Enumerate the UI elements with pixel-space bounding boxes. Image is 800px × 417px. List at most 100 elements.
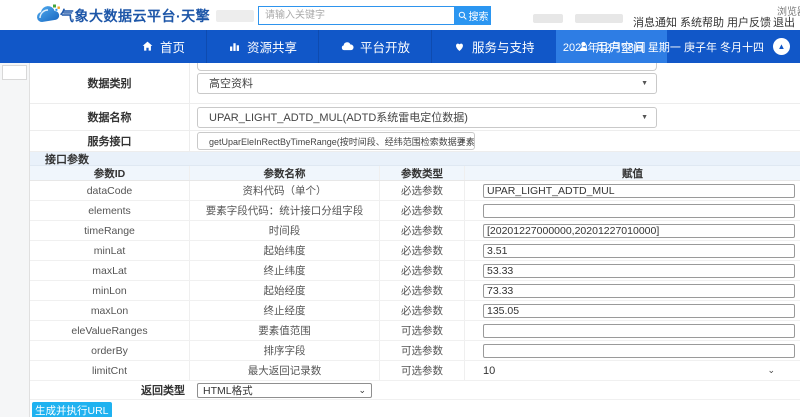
param-value-input[interactable] <box>483 284 795 298</box>
param-table-row: eleValueRanges 要素值范围 可选参数 <box>30 321 800 341</box>
param-select-value: 10 <box>483 365 495 377</box>
param-id: orderBy <box>30 341 190 360</box>
search-icon <box>458 11 467 20</box>
param-value-input[interactable] <box>483 304 795 318</box>
param-value-select[interactable]: 10 ⌄ <box>483 365 800 377</box>
param-name: 起始经度 <box>190 281 380 300</box>
chevron-down-icon: ▼ <box>641 114 648 121</box>
col-header-value: 赋值 <box>465 166 800 180</box>
bar-chart-icon <box>228 40 241 53</box>
app-title: 气象大数据云平台·天擎 <box>60 6 210 26</box>
tab-resource-share[interactable]: 资源共享 <box>206 30 318 63</box>
data-category-value: 高空资料 <box>209 75 253 91</box>
param-type: 必选参数 <box>380 241 465 260</box>
param-type: 必选参数 <box>380 281 465 300</box>
param-type: 可选参数 <box>380 341 465 360</box>
param-table-row: limitCnt 最大返回记录数 可选参数 10 ⌄ <box>30 361 800 381</box>
logo-cloud-icon <box>36 4 62 31</box>
link-messages[interactable]: 消息通知 <box>633 14 677 30</box>
link-system-help[interactable]: 系统帮助 <box>680 14 724 30</box>
form-row-service-api: 服务接口 getUparEleInRectByTimeRange(按时间段、经纬… <box>30 131 800 152</box>
tab-home[interactable]: 首页 <box>120 30 206 63</box>
service-api-select[interactable]: getUparEleInRectByTimeRange(按时间段、经纬范围检索数… <box>197 132 475 150</box>
param-table-header: 参数ID 参数名称 参数类型 赋值 <box>30 166 800 181</box>
param-table-row: elements 要素字段代码：统计接口分组字段 必选参数 <box>30 201 800 221</box>
param-type: 必选参数 <box>380 221 465 240</box>
chevron-down-icon: ⌄ <box>767 365 775 376</box>
param-name: 排序字段 <box>190 341 380 360</box>
param-id: maxLon <box>30 301 190 320</box>
col-header-param-type: 参数类型 <box>380 166 465 180</box>
data-category-select[interactable]: 高空资料 ▼ <box>197 73 657 94</box>
data-name-select[interactable]: UPAR_LIGHT_ADTD_MUL(ADTD系统雷电定位数据) ▼ <box>197 107 657 128</box>
return-type-value: HTML格式 <box>203 383 253 398</box>
param-table-row: maxLat 终止纬度 必选参数 <box>30 261 800 281</box>
param-id: limitCnt <box>30 361 190 380</box>
chevron-down-icon: ▼ <box>459 138 466 145</box>
param-table-row: minLon 起始经度 必选参数 <box>30 281 800 301</box>
sidebar-toggle[interactable] <box>2 65 27 80</box>
param-value-input[interactable] <box>483 184 795 198</box>
link-user-feedback[interactable]: 用户反馈 <box>727 14 771 30</box>
param-type: 必选参数 <box>380 181 465 200</box>
param-value-input[interactable] <box>483 204 795 218</box>
chevron-down-icon: ⌄ <box>358 385 366 396</box>
generate-url-button[interactable]: 生成并执行URL <box>32 402 112 417</box>
param-table-row: maxLon 终止经度 必选参数 <box>30 301 800 321</box>
return-type-select[interactable]: HTML格式 ⌄ <box>197 383 372 398</box>
top-header: 气象大数据云平台·天擎 搜索 消息通知 系统帮助 用户反馈 退出 浏览器 <box>0 0 800 30</box>
tab-platform-open[interactable]: 平台开放 <box>318 30 431 63</box>
calendar-date: 2020年12月28日 星期一 庚子年 冬月十四 <box>563 39 764 55</box>
param-type: 可选参数 <box>380 361 465 380</box>
param-id: dataCode <box>30 181 190 200</box>
app-window: 气象大数据云平台·天擎 搜索 消息通知 系统帮助 用户反馈 退出 浏览器 首页 <box>0 0 800 417</box>
param-id: minLat <box>30 241 190 260</box>
redacted-username <box>533 14 563 23</box>
param-table-row: orderBy 排序字段 可选参数 <box>30 341 800 361</box>
redacted-logo-suffix <box>216 10 254 22</box>
param-id: timeRange <box>30 221 190 240</box>
tab-service-support[interactable]: 服务与支持 <box>431 30 556 63</box>
form-row-data-name: 数据名称 UPAR_LIGHT_ADTD_MUL(ADTD系统雷电定位数据) ▼ <box>30 104 800 131</box>
data-name-label: 数据名称 <box>30 104 190 130</box>
service-api-value: getUparEleInRectByTimeRange(按时间段、经纬范围检索数… <box>209 135 475 148</box>
param-value-input[interactable] <box>483 224 795 238</box>
search-button[interactable]: 搜索 <box>455 6 491 25</box>
param-value-input[interactable] <box>483 344 795 358</box>
return-type-label: 返回类型 <box>30 382 185 398</box>
param-type: 可选参数 <box>380 321 465 340</box>
param-type: 必选参数 <box>380 301 465 320</box>
query-form: 数据类别 高空资料 ▼ 数据名称 UPAR_LIGHT_ADTD_MUL(ADT… <box>30 63 800 417</box>
param-name: 要素值范围 <box>190 321 380 340</box>
param-name: 终止经度 <box>190 301 380 320</box>
section-header: 接口参数 <box>30 152 800 166</box>
return-type-row: 返回类型 HTML格式 ⌄ <box>30 381 800 400</box>
param-type: 必选参数 <box>380 261 465 280</box>
search-input[interactable] <box>258 6 455 25</box>
col-header-param-id: 参数ID <box>30 166 190 180</box>
param-value-input[interactable] <box>483 244 795 258</box>
param-name: 起始纬度 <box>190 241 380 260</box>
param-name: 资料代码（单个） <box>190 181 380 200</box>
cloud-icon <box>340 40 354 53</box>
data-category-label: 数据类别 <box>30 63 190 103</box>
param-value-input[interactable] <box>483 264 795 278</box>
param-name: 终止纬度 <box>190 261 380 280</box>
param-table-row: timeRange 时间段 必选参数 <box>30 221 800 241</box>
data-name-value: UPAR_LIGHT_ADTD_MUL(ADTD系统雷电定位数据) <box>209 109 468 125</box>
param-name: 要素字段代码：统计接口分组字段 <box>190 201 380 220</box>
param-id: elements <box>30 201 190 220</box>
param-table-body: dataCode 资料代码（单个） 必选参数 elements 要素字段代码：统… <box>30 181 800 381</box>
heart-icon <box>453 40 466 53</box>
param-id: eleValueRanges <box>30 321 190 340</box>
chevron-down-icon: ▼ <box>641 80 648 87</box>
browser-note: 浏览器 <box>777 3 800 18</box>
scroll-top-button[interactable]: ▲ <box>773 38 790 55</box>
form-row-data-category: 数据类别 高空资料 ▼ <box>30 63 800 104</box>
param-value-input[interactable] <box>483 324 795 338</box>
param-name: 时间段 <box>190 221 380 240</box>
left-sidebar-strip <box>0 63 30 417</box>
param-table-row: dataCode 资料代码（单个） 必选参数 <box>30 181 800 201</box>
param-id: minLon <box>30 281 190 300</box>
param-name: 最大返回记录数 <box>190 361 380 380</box>
